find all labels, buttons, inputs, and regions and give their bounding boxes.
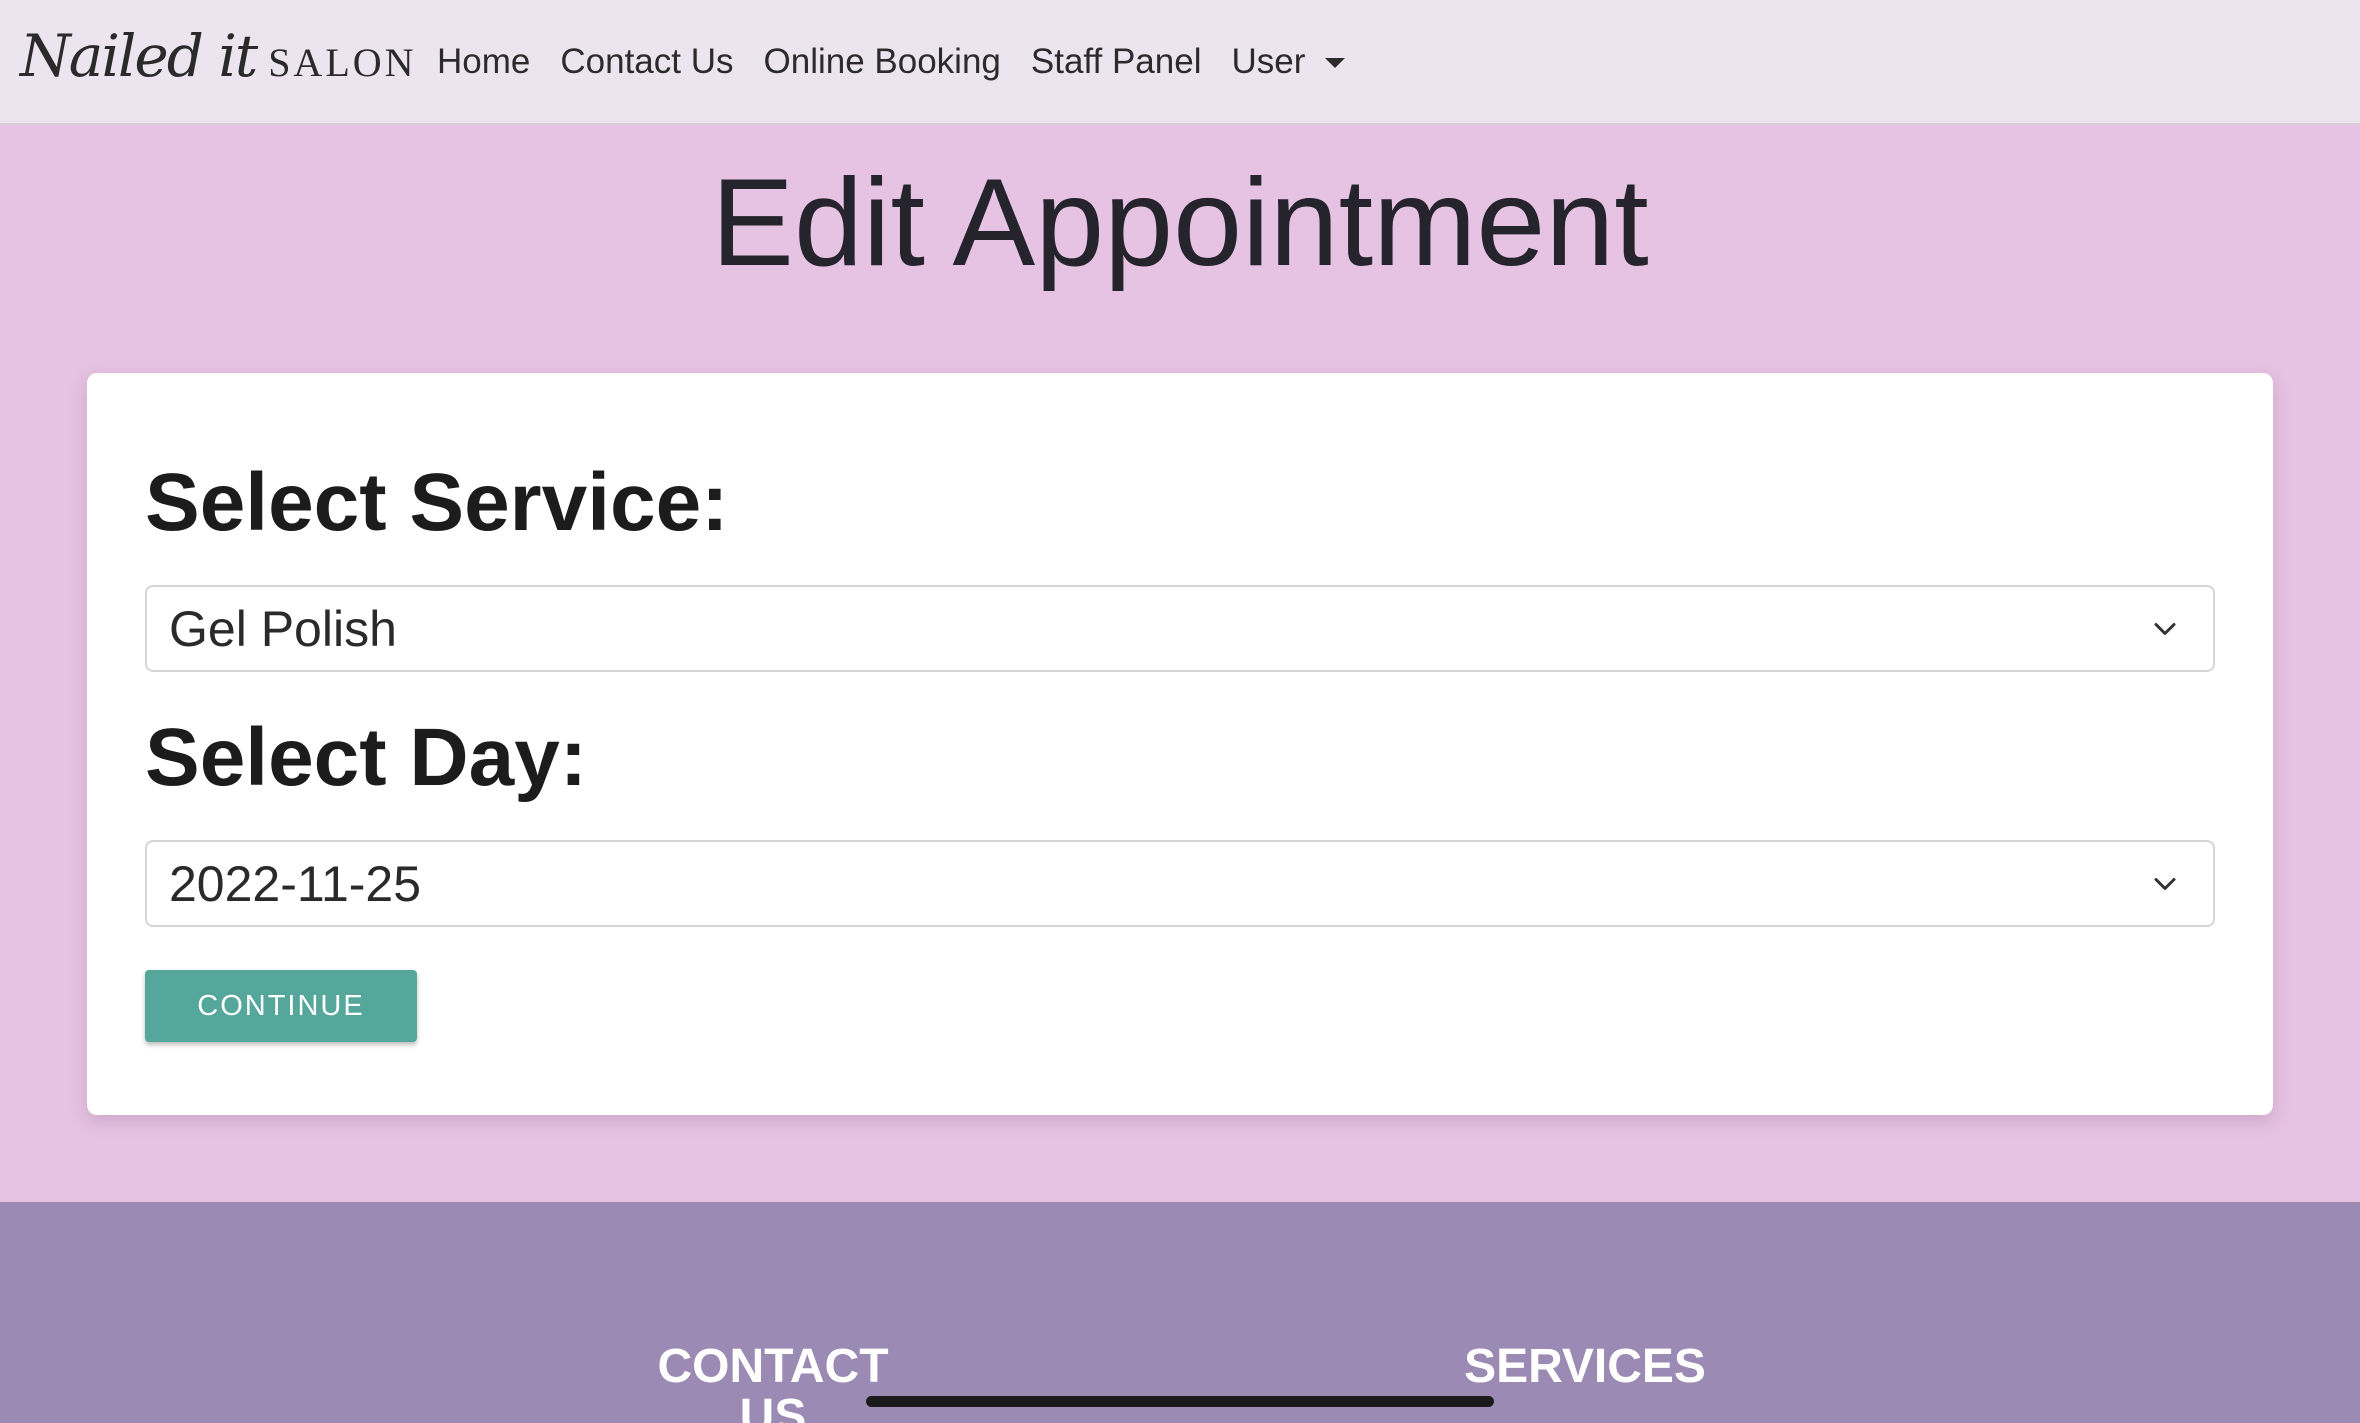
nav-link-online-booking[interactable]: Online Booking <box>764 42 1001 82</box>
footer-contact-heading-line2: US <box>739 1390 807 1423</box>
edit-appointment-card: Select Service: Gel Polish Select Day: 2… <box>87 373 2273 1115</box>
user-dropdown-label: User <box>1231 41 1306 81</box>
day-label: Select Day: <box>145 712 588 803</box>
day-select[interactable]: 2022-11-25 <box>145 840 2215 927</box>
chevron-down-icon <box>2154 623 2176 635</box>
continue-button[interactable]: CONTINUE <box>145 970 417 1042</box>
footer-services-heading: SERVICES <box>1464 1340 1706 1393</box>
nav-links: Home Contact Us Online Booking Staff Pan… <box>437 0 1346 123</box>
footer-contact-heading: CONTACT US <box>652 1342 894 1423</box>
page-footer: CONTACT US SERVICES <box>0 1202 2360 1423</box>
footer-contact-heading-line1: CONTACT <box>657 1340 889 1393</box>
caret-down-icon <box>1325 57 1346 68</box>
service-label: Select Service: <box>145 457 729 548</box>
nav-link-home[interactable]: Home <box>437 42 530 82</box>
brand-logo[interactable]: Nailed it SALON <box>20 22 417 92</box>
chevron-down-icon <box>2154 878 2176 890</box>
home-indicator-bar <box>866 1396 1494 1407</box>
nav-link-staff-panel[interactable]: Staff Panel <box>1031 42 1202 82</box>
top-navbar: Nailed it SALON Home Contact Us Online B… <box>0 0 2360 125</box>
brand-script-text: Nailed it <box>20 22 258 90</box>
nav-link-contact-us[interactable]: Contact Us <box>560 42 733 82</box>
day-select-value: 2022-11-25 <box>169 855 422 912</box>
user-dropdown-toggle[interactable]: User <box>1231 41 1346 82</box>
page-title: Edit Appointment <box>711 154 1649 292</box>
brand-word-text: SALON <box>268 40 417 85</box>
service-select-value: Gel Polish <box>169 600 397 657</box>
service-select[interactable]: Gel Polish <box>145 585 2215 672</box>
